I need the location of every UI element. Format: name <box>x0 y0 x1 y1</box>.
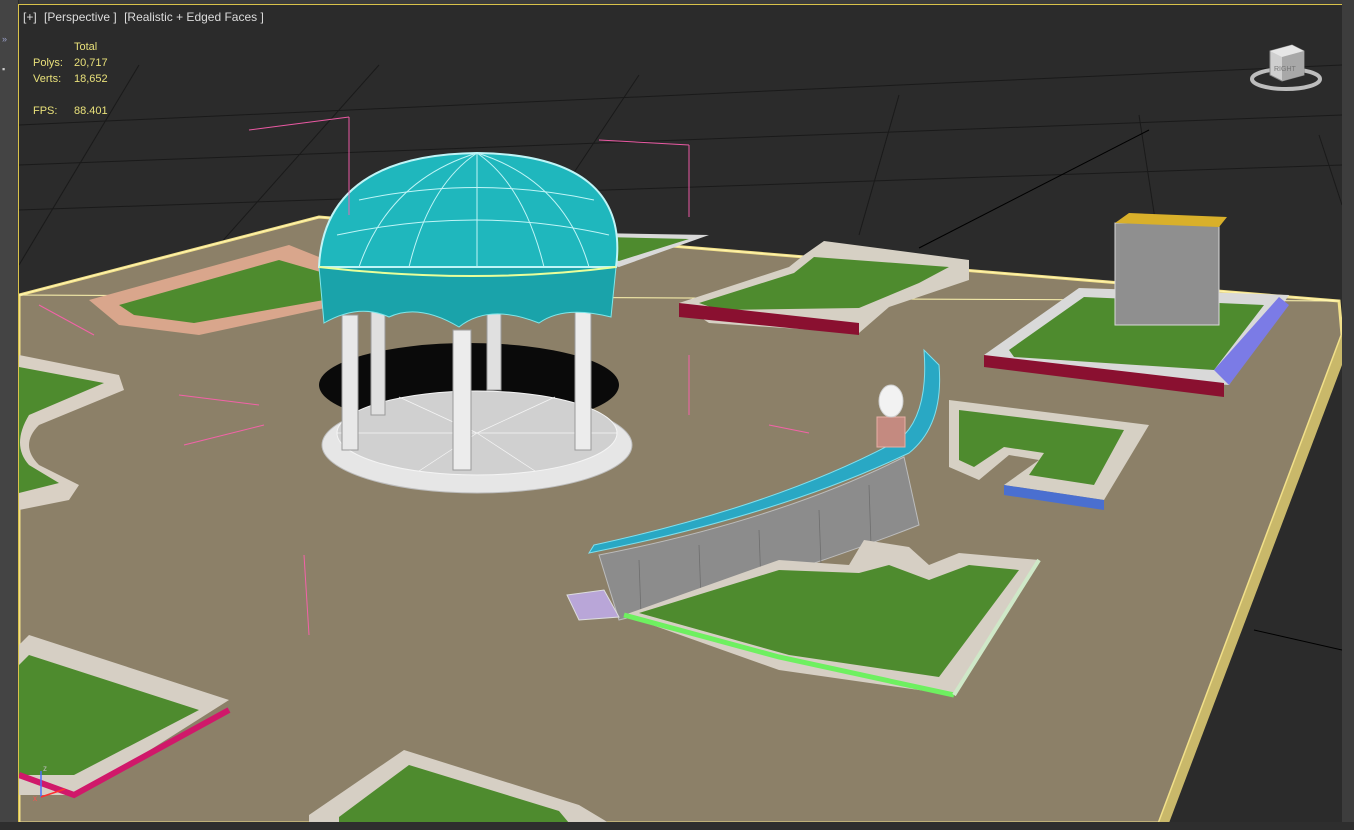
tower <box>1114 222 1220 326</box>
viewcube-icon: RIGHT <box>1250 44 1322 91</box>
axis-z-label: z <box>43 764 47 773</box>
fps-label: FPS: <box>33 105 58 117</box>
left-command-strip: » ▪ <box>0 0 19 830</box>
verts-value: 18,652 <box>74 73 108 85</box>
polys-value: 20,717 <box>74 57 108 69</box>
right-edge-strip <box>1342 0 1354 830</box>
fps-value: 88.401 <box>74 105 108 117</box>
axis-x-label: x <box>33 794 37 803</box>
viewcube-face-label: RIGHT <box>1274 66 1297 73</box>
viewport-view-menu[interactable]: [Perspective ] <box>44 10 117 24</box>
stats-header: Total <box>74 41 98 53</box>
viewport-label-menu[interactable]: [+] [Perspective ] [Realistic + Edged Fa… <box>23 10 268 24</box>
verts-label: Verts: <box>33 73 62 85</box>
axis-tripod: z x <box>31 759 71 803</box>
timeline-strip <box>0 822 1354 830</box>
viewcube[interactable]: RIGHT <box>1248 41 1324 99</box>
polys-label: Polys: <box>33 57 63 69</box>
strip-marker-icon: ▪ <box>2 64 6 74</box>
viewport-shading-menu[interactable]: [Realistic + Edged Faces ] <box>124 10 264 24</box>
perspective-viewport[interactable]: [+] [Perspective ] [Realistic + Edged Fa… <box>18 4 1343 824</box>
viewport-plus-menu[interactable]: [+] <box>23 10 37 24</box>
strip-marker-icon: » <box>2 34 8 44</box>
scene-render <box>19 5 1342 823</box>
